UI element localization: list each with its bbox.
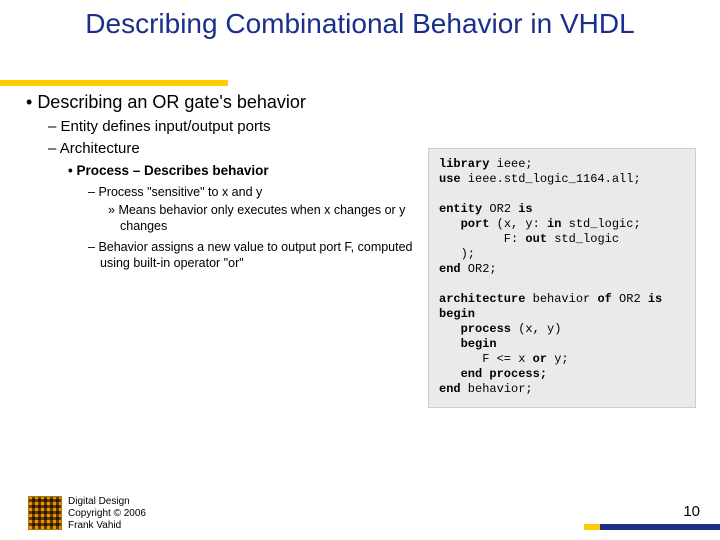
page-number: 10 [683,503,700,520]
bullet-l0: Describing an OR gate's behavior [26,92,416,114]
code-column: library ieee; use ieee.std_logic_1164.al… [422,92,720,496]
bullet-column: Describing an OR gate's behavior Entity … [0,92,422,496]
body-area: Describing an OR gate's behavior Entity … [0,92,720,496]
bullet-l1: Architecture [48,140,416,159]
logo-icon [28,496,62,530]
bullet-l3: Process "sensitive" to x and y [88,184,416,200]
copyright: Digital Design Copyright © 2006 Frank Va… [68,496,146,532]
page-title: Describing Combinational Behavior in VHD… [0,0,720,40]
vhdl-code: library ieee; use ieee.std_logic_1164.al… [428,148,696,408]
title-accent [0,80,228,86]
bullet-l4: Means behavior only executes when x chan… [108,202,416,235]
bullet-l2: Process – Describes behavior [68,163,416,180]
footer-accent [600,524,720,530]
bullet-l1: Entity defines input/output ports [48,118,416,137]
bullet-l3: Behavior assigns a new value to output p… [88,239,416,272]
